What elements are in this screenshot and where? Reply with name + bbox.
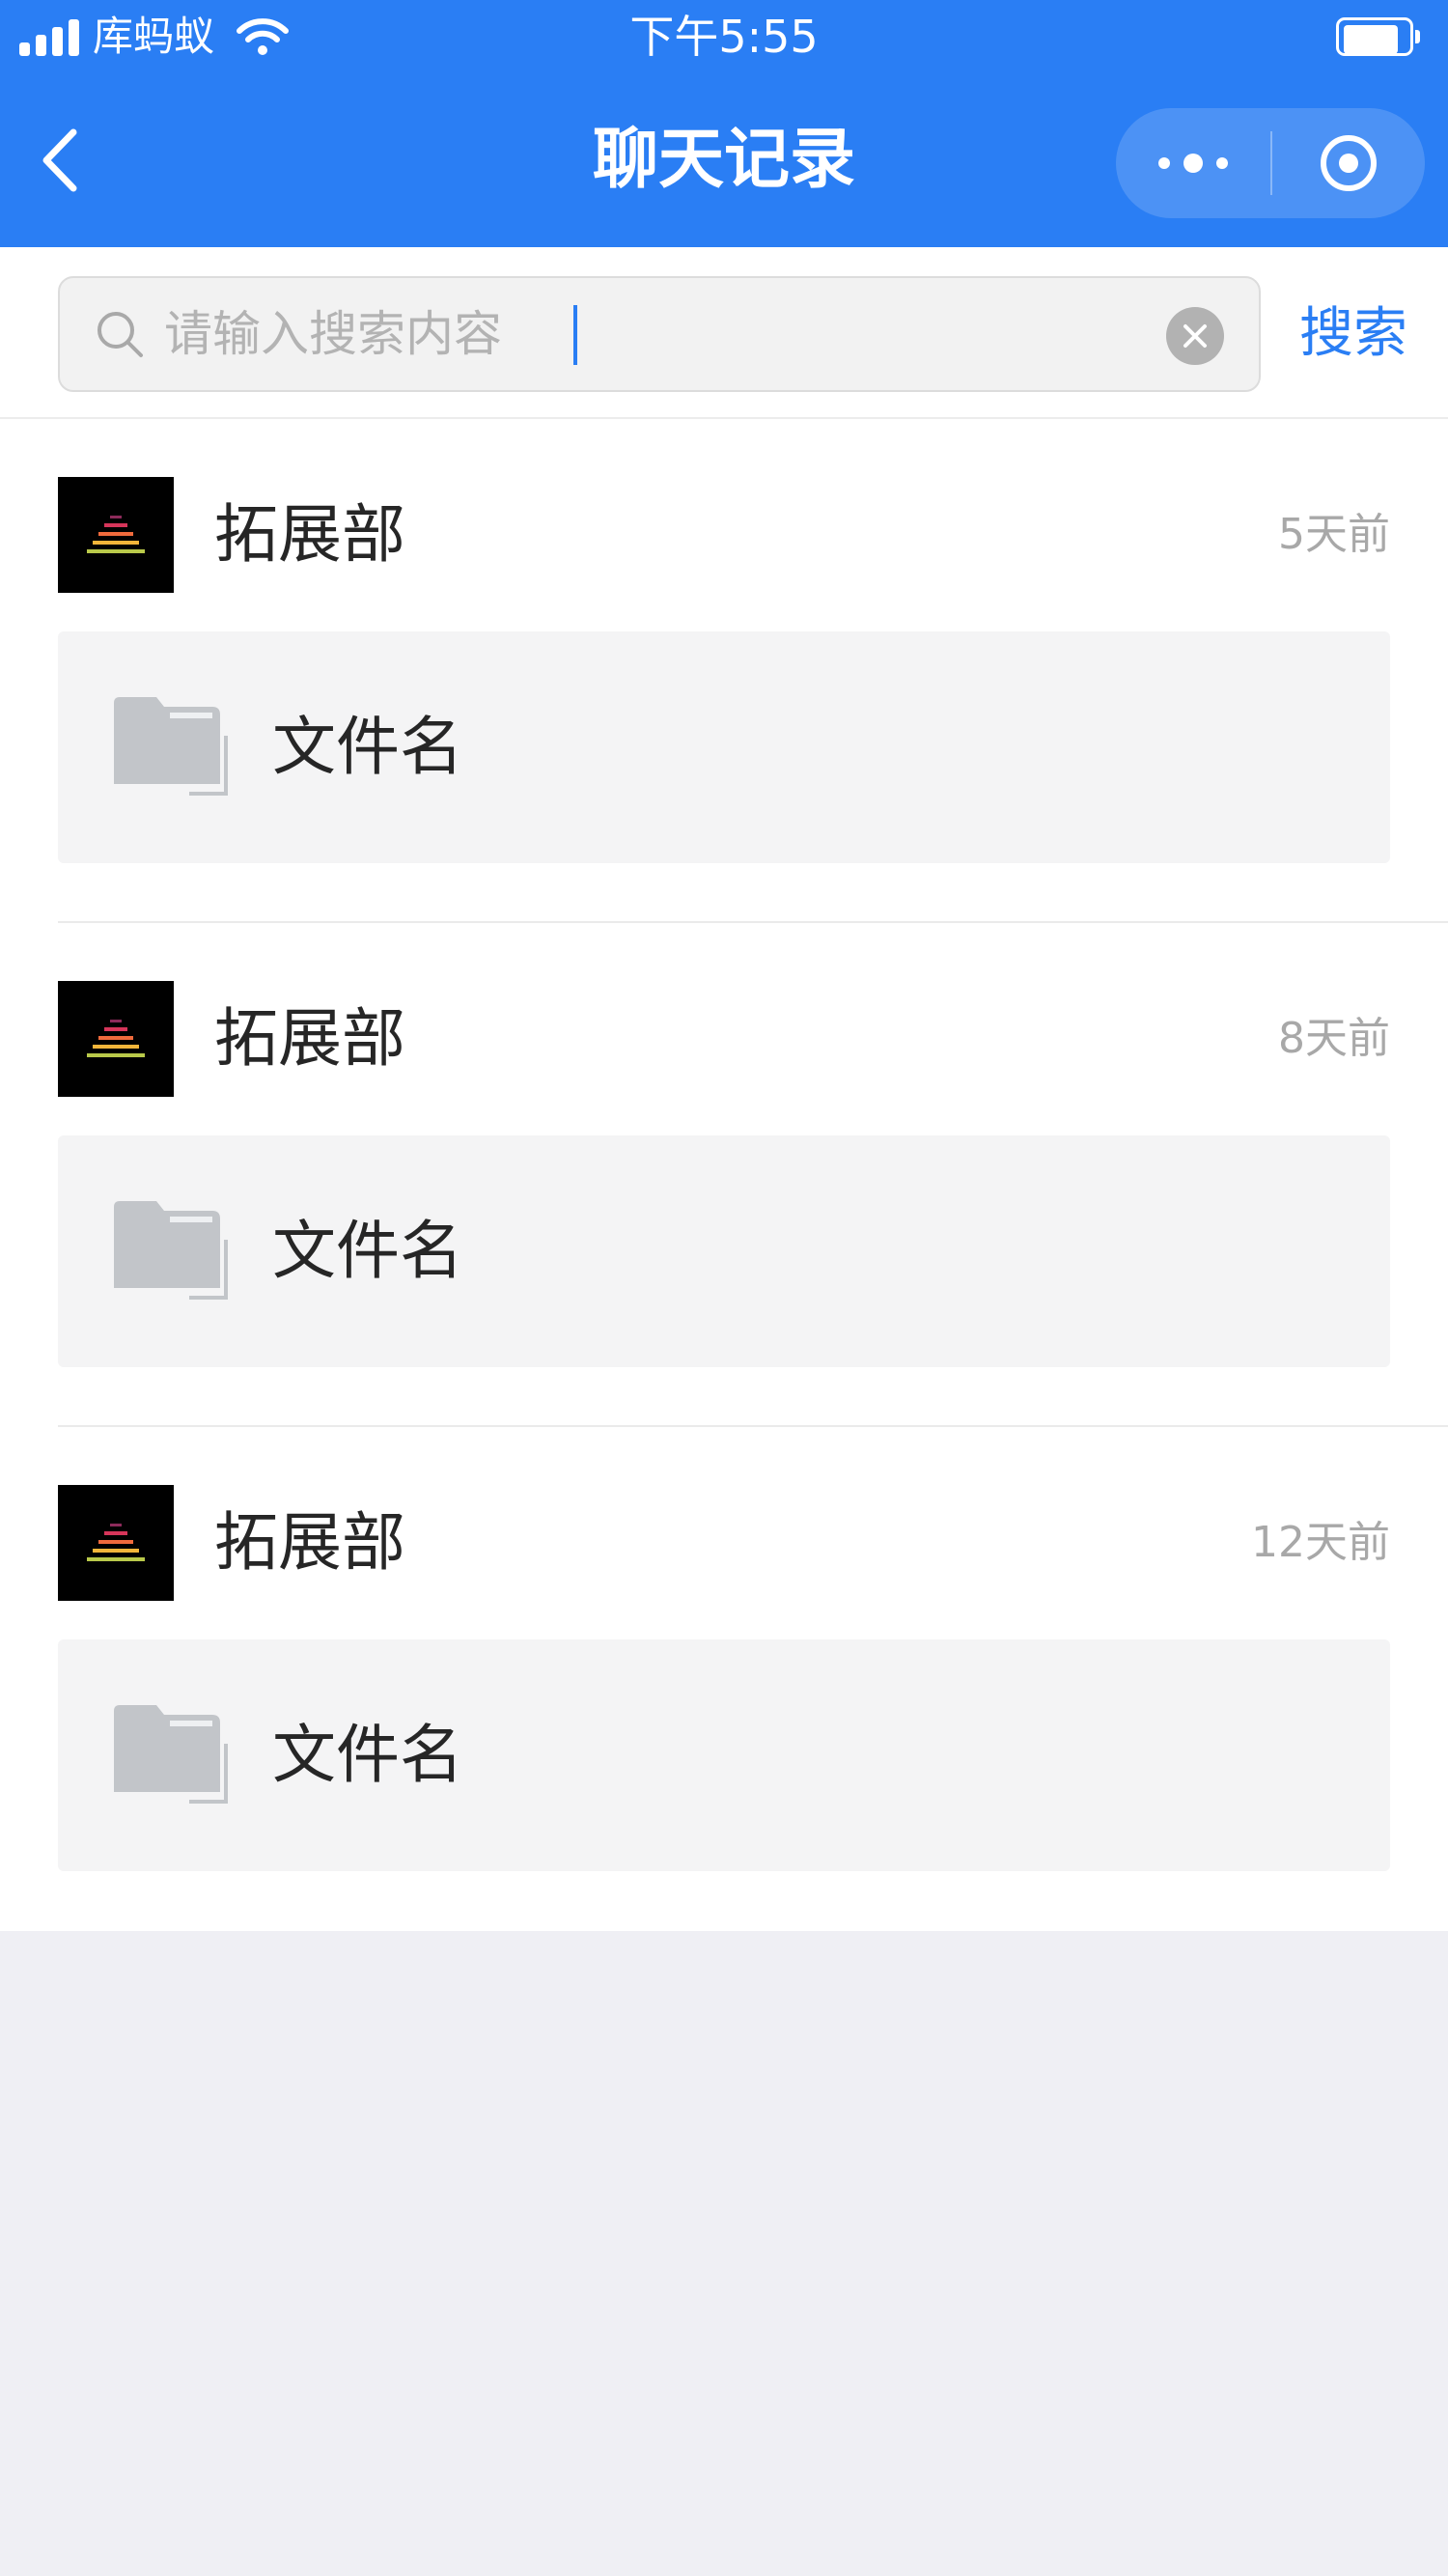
- file-card[interactable]: 文件名: [58, 1639, 1390, 1871]
- content-area: 搜索 拓展部 5天前 文件名: [0, 247, 1448, 1931]
- file-name: 文件名: [272, 1214, 463, 1288]
- chat-record-item: 拓展部 5天前 文件名: [0, 419, 1448, 923]
- target-close-icon: [1321, 135, 1377, 191]
- avatar[interactable]: [58, 477, 174, 593]
- group-logo-icon: [58, 981, 174, 1097]
- avatar[interactable]: [58, 981, 174, 1097]
- close-mini-program-button[interactable]: [1272, 108, 1425, 218]
- search-icon: [97, 312, 143, 357]
- more-dots-icon: [1158, 154, 1228, 173]
- chat-record-list: 拓展部 5天前 文件名 拓展部 8天前 文件名 拓展部 12天前 文件名: [0, 419, 1448, 1916]
- record-time: 5天前: [1278, 510, 1390, 559]
- sender-name: 拓展部: [214, 1505, 405, 1580]
- file-name: 文件名: [272, 710, 463, 784]
- battery-cap: [1415, 30, 1420, 43]
- clear-search-button[interactable]: [1166, 307, 1224, 365]
- folder-icon: [114, 1705, 228, 1804]
- text-caret: [573, 305, 577, 365]
- sender-name: 拓展部: [214, 497, 405, 572]
- folder-icon: [114, 697, 228, 796]
- more-button[interactable]: [1116, 108, 1270, 218]
- group-logo-icon: [58, 477, 174, 593]
- record-time: 12天前: [1251, 1518, 1390, 1567]
- search-input[interactable]: [164, 292, 1129, 377]
- status-bar: 库蚂蚁 下午5:55: [0, 0, 1448, 73]
- close-icon: [1183, 324, 1207, 348]
- nav-bar: 聊天记录: [0, 93, 1448, 236]
- chat-record-item: 拓展部 12天前 文件名: [0, 1427, 1448, 1916]
- avatar[interactable]: [58, 1485, 174, 1601]
- file-card[interactable]: 文件名: [58, 1135, 1390, 1367]
- search-row: 搜索: [0, 247, 1448, 419]
- record-time: 8天前: [1278, 1014, 1390, 1063]
- search-button[interactable]: 搜索: [1299, 276, 1415, 392]
- battery-body: [1336, 17, 1413, 56]
- battery-icon: [1336, 17, 1420, 56]
- group-logo-icon: [58, 1485, 174, 1601]
- chat-record-item: 拓展部 8天前 文件名: [0, 923, 1448, 1427]
- mini-program-capsule: [1116, 108, 1425, 218]
- sender-name: 拓展部: [214, 1001, 405, 1076]
- file-card[interactable]: 文件名: [58, 631, 1390, 863]
- header: 库蚂蚁 下午5:55 聊天记录: [0, 0, 1448, 247]
- search-box[interactable]: [58, 276, 1261, 392]
- folder-icon: [114, 1201, 228, 1300]
- file-name: 文件名: [272, 1718, 463, 1792]
- battery-fill: [1344, 25, 1398, 54]
- status-time: 下午5:55: [629, 11, 819, 63]
